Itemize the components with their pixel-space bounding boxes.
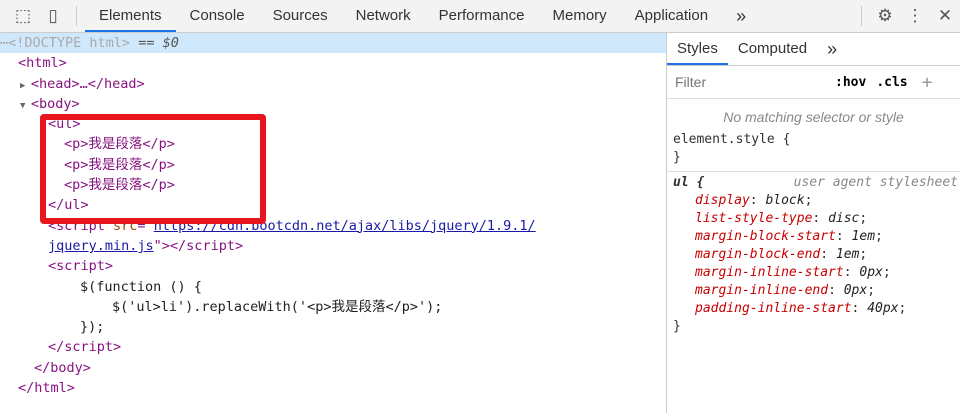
script-src-link[interactable]: jquery.min.js (48, 238, 154, 254)
highlight-annotation-box (40, 114, 266, 224)
tab-application[interactable]: Application (621, 0, 722, 32)
tab-performance[interactable]: Performance (425, 0, 539, 32)
cls-button[interactable]: .cls (876, 75, 907, 90)
property-value: 40px (867, 301, 899, 316)
more-options-icon[interactable]: ⋮ (900, 6, 930, 26)
dom-node-head[interactable]: ▶ <head>…</head> (0, 74, 666, 94)
rule-close: } (667, 149, 960, 172)
dom-node-doctype[interactable]: ⋯<!DOCTYPE html> == $0 (0, 33, 666, 54)
property-value: 1em (835, 247, 860, 262)
element-style-selector[interactable]: element.style { (667, 131, 960, 149)
dom-node-body-end[interactable]: </body> (0, 358, 666, 378)
css-declaration[interactable]: display: block; (667, 192, 960, 210)
property-value: 0px (843, 283, 868, 298)
tag: </script> (48, 339, 122, 356)
ua-rule-header: ul { user agent stylesheet (667, 174, 960, 192)
tab-styles[interactable]: Styles (667, 33, 728, 65)
dom-node-body[interactable]: ▼ <body> (0, 94, 666, 114)
tag: <body> (30, 95, 80, 112)
css-declaration[interactable]: padding-inline-start: 40px; (667, 300, 960, 318)
doctype: <!DOCTYPE html> (8, 35, 131, 51)
device-toolbar-icon[interactable]: ▯ (38, 6, 68, 26)
tab-sources[interactable]: Sources (259, 0, 342, 32)
ua-declarations: display: block; list-style-type: disc; mar… (667, 192, 960, 318)
property-name: margin-block-end (695, 247, 821, 262)
dom-node-html-end[interactable]: </html> (0, 378, 666, 398)
divider (861, 6, 862, 26)
css-declaration[interactable]: margin-block-start: 1em; (667, 228, 960, 246)
dom-node-script-end[interactable]: </script> (0, 337, 666, 357)
dom-node-script-cont: jquery.min.js"></script> (0, 236, 666, 256)
more-tabs-button[interactable]: » (817, 33, 847, 65)
tag: <head>…</head> (30, 75, 145, 92)
code-line: $(function () { (80, 278, 202, 295)
ua-source: user agent stylesheet (793, 175, 958, 190)
inspect-element-icon[interactable]: ⬚ (8, 6, 38, 26)
tag: </html> (18, 380, 75, 397)
property-name: list-style-type (695, 211, 813, 226)
tag: </body> (34, 359, 91, 376)
property-name: margin-block-start (695, 229, 836, 244)
dom-node-script2[interactable]: <script> (0, 256, 666, 276)
property-value: 1em (851, 229, 876, 244)
rule-close: } (673, 319, 681, 334)
ellipsis-icon: ⋯ (0, 35, 9, 51)
devtools-toolbar: ⬚ ▯ Elements Console Sources Network Per… (0, 0, 960, 33)
css-declaration[interactable]: margin-inline-start: 0px; (667, 264, 960, 282)
ua-selector: ul { (673, 175, 705, 190)
tab-elements[interactable]: Elements (85, 0, 176, 32)
css-declaration[interactable]: list-style-type: disc; (667, 210, 960, 228)
property-name: padding-inline-start (695, 301, 852, 316)
tab-console[interactable]: Console (176, 0, 259, 32)
collapse-arrow-icon[interactable]: ▼ (20, 101, 31, 111)
code-line: $('ul>li').replaceWith('<p>我是段落</p>'); (112, 298, 443, 315)
property-value: block (765, 193, 805, 208)
property-name: margin-inline-start (695, 265, 844, 280)
tag: <html> (18, 55, 67, 72)
tag: <script> (48, 258, 114, 275)
hov-button[interactable]: :hov (835, 75, 866, 90)
add-rule-button[interactable]: + (922, 72, 933, 93)
filter-input[interactable] (673, 69, 827, 95)
tag: "></script> (153, 237, 244, 254)
property-name: display (695, 193, 750, 208)
divider (76, 6, 77, 26)
css-declaration[interactable]: margin-inline-end: 0px; (667, 282, 960, 300)
property-value: disc (828, 211, 860, 226)
code-line: }); (80, 319, 105, 336)
tab-network[interactable]: Network (342, 0, 425, 32)
more-tabs-button[interactable]: » (722, 0, 760, 32)
css-declaration[interactable]: margin-block-end: 1em; (667, 246, 960, 264)
property-name: margin-inline-end (695, 283, 829, 298)
tab-memory[interactable]: Memory (539, 0, 621, 32)
tab-computed[interactable]: Computed (728, 33, 817, 65)
close-icon[interactable]: ✕ (930, 6, 960, 26)
styles-pane: Styles Computed » :hov .cls + No matchin… (667, 33, 960, 413)
gear-icon[interactable]: ⚙ (870, 6, 900, 26)
dom-node-html[interactable]: <html> (0, 53, 666, 73)
selected-marker: == $0 (130, 35, 179, 51)
no-match-message: No matching selector or style (723, 109, 904, 125)
property-value: 0px (859, 265, 883, 280)
expand-arrow-icon[interactable]: ▶ (20, 81, 31, 91)
